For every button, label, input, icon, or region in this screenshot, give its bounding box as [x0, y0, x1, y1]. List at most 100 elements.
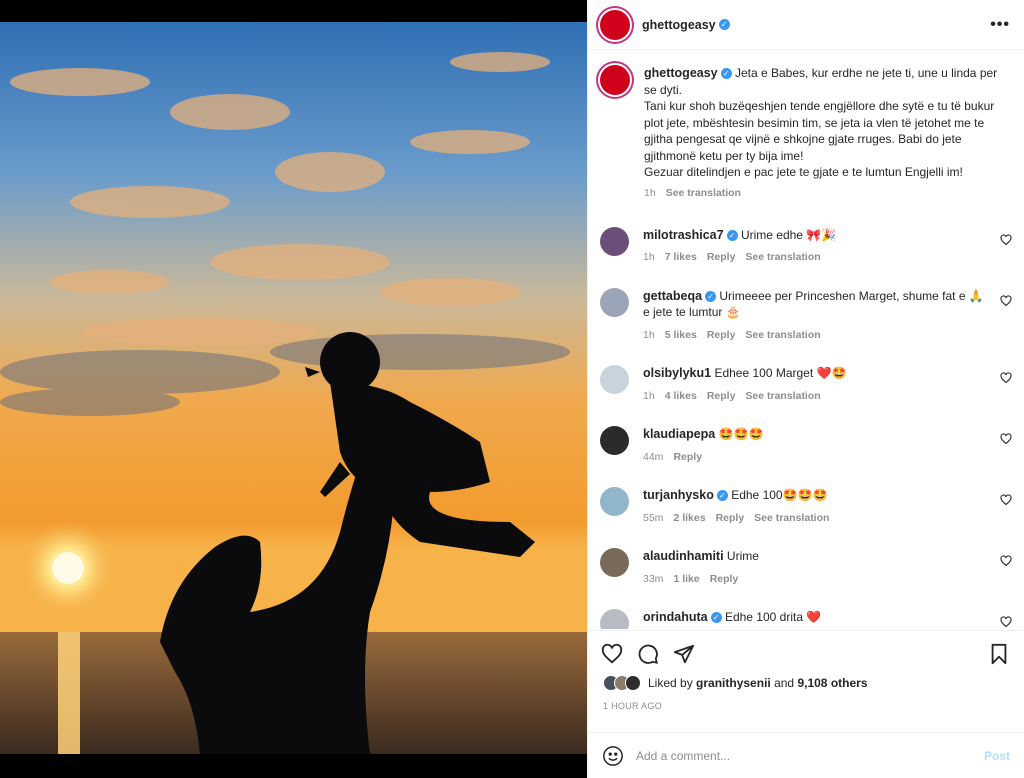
avatar[interactable]: [600, 487, 629, 516]
see-translation-link[interactable]: See translation: [745, 327, 820, 344]
more-options-icon[interactable]: •••: [990, 16, 1010, 34]
avatar[interactable]: [600, 426, 629, 455]
comment-meta: 44m Reply: [643, 449, 984, 466]
liker-avatars[interactable]: [603, 675, 641, 691]
avatar[interactable]: [600, 365, 629, 394]
share-icon[interactable]: [673, 643, 695, 665]
see-translation-link[interactable]: See translation: [666, 187, 741, 199]
comment-text: Edhe 100 drita ❤️: [724, 610, 822, 624]
comment-text: Edhee 100 Marget ❤️🤩: [714, 366, 847, 380]
comment-time[interactable]: 44m: [643, 449, 663, 466]
post-header: ghettogeasy ✓ •••: [588, 0, 1024, 50]
verified-icon: ✓: [705, 290, 717, 302]
comment-meta: 1h 7 likes Reply See translation: [643, 249, 984, 266]
post-comment-button[interactable]: Post: [984, 749, 1010, 763]
comment-text: 🤩🤩🤩: [718, 427, 764, 441]
like-comment-heart-icon[interactable]: [1000, 233, 1012, 246]
comment-input[interactable]: [636, 748, 984, 763]
like-comment-heart-icon[interactable]: [1000, 372, 1012, 384]
like-comment-heart-icon[interactable]: [1000, 555, 1012, 567]
avatar[interactable]: [600, 287, 629, 317]
like-comment-heart-icon[interactable]: [1000, 294, 1012, 307]
comment-row: milotrashica7 ✓ Urime edhe 🎀🎉 1h 7 likes Rep…: [588, 226, 1024, 266]
comment-row: alaudinhamiti Urime 33m 1 like Reply: [588, 548, 1024, 587]
comment-username[interactable]: olsibylyku1: [643, 366, 711, 380]
comment-meta: 1h 5 likes Reply See translation: [643, 327, 984, 344]
comment-username[interactable]: klaudiapepa: [643, 427, 715, 441]
comment-meta: 33m 1 like Reply: [643, 571, 984, 588]
caption: ghettogeasy ✓ Jeta e Babes, kur erdhe ne …: [588, 51, 1024, 199]
caption-username[interactable]: ghettogeasy: [644, 66, 718, 80]
add-comment-bar: Post: [588, 732, 1024, 778]
reply-button[interactable]: Reply: [673, 449, 702, 466]
verified-icon: ✓: [720, 68, 732, 80]
comment-username[interactable]: turjanhysko: [643, 488, 714, 502]
reply-button[interactable]: Reply: [707, 249, 736, 266]
comment-row: klaudiapepa 🤩🤩🤩 44m Reply: [588, 426, 1024, 465]
bookmark-icon[interactable]: [988, 643, 1010, 665]
comment-body: orindahuta✓ Edhe 100 drita ❤️11mReplySee…: [643, 609, 1010, 629]
comment-icon[interactable]: [637, 643, 659, 665]
comment-username[interactable]: alaudinhamiti: [643, 549, 724, 563]
comment-username[interactable]: orindahuta: [643, 610, 708, 624]
verified-icon: ✓: [710, 612, 722, 624]
comment-row: turjanhysko ✓ Edhe 100🤩🤩🤩 55m 2 likes Reply S…: [588, 487, 1024, 526]
comment-body: alaudinhamiti Urime 33m 1 like Reply: [643, 548, 1010, 587]
comment-row: orindahuta✓ Edhe 100 drita ❤️11mReplySee…: [588, 609, 1024, 629]
see-translation-link[interactable]: See translation: [754, 510, 829, 527]
emoji-icon[interactable]: [602, 745, 624, 767]
reply-button[interactable]: Reply: [707, 388, 736, 405]
comment-body: turjanhysko ✓ Edhe 100🤩🤩🤩 55m 2 likes Reply S…: [643, 487, 1010, 526]
reply-button[interactable]: Reply: [707, 327, 736, 344]
comment-body: olsibylyku1 Edhee 100 Marget ❤️🤩 1h 4 like…: [643, 365, 1010, 404]
post-photo[interactable]: [0, 22, 587, 754]
comment-username[interactable]: gettabeqa: [643, 289, 702, 303]
see-translation-link[interactable]: See translation: [745, 249, 820, 266]
reply-button[interactable]: Reply: [710, 571, 739, 588]
see-translation-link[interactable]: See translation: [745, 388, 820, 405]
caption-text: ghettogeasy ✓ Jeta e Babes, kur erdhe ne …: [644, 65, 1010, 181]
liked-by-prefix: Liked by: [648, 676, 693, 690]
verified-icon: ✓: [716, 490, 728, 502]
comment-time[interactable]: 33m: [643, 571, 663, 588]
liked-by-user[interactable]: granithysenii: [696, 676, 771, 690]
comment-likes[interactable]: 7 likes: [665, 249, 697, 266]
comment-row: olsibylyku1 Edhee 100 Marget ❤️🤩 1h 4 like…: [588, 365, 1024, 404]
comment-meta: 1h 4 likes Reply See translation: [643, 388, 984, 405]
comment-text: Edhe 100🤩🤩🤩: [731, 488, 828, 502]
like-comment-heart-icon[interactable]: [1000, 616, 1012, 628]
caption-meta: 1h See translation: [644, 187, 1010, 199]
author-username[interactable]: ghettogeasy: [642, 18, 716, 32]
post-timestamp[interactable]: 1 HOUR AGO: [588, 691, 1024, 711]
comment-list: milotrashica7 ✓ Urime edhe 🎀🎉 1h 7 likes Rep…: [588, 226, 1024, 629]
avatar[interactable]: [600, 9, 630, 40]
like-comment-heart-icon[interactable]: [1000, 433, 1012, 445]
actions-bar: Liked by granithysenii and 9,108 others …: [588, 630, 1024, 730]
comment-meta: 55m 2 likes Reply See translation: [643, 510, 984, 527]
comment-text: Urime: [726, 549, 759, 563]
avatar[interactable]: [600, 65, 630, 95]
comment-likes[interactable]: 2 likes: [673, 510, 705, 527]
comments-section[interactable]: ghettogeasy ✓ Jeta e Babes, kur erdhe ne …: [588, 51, 1024, 629]
comment-likes[interactable]: 1 like: [673, 571, 699, 588]
like-comment-heart-icon[interactable]: [1000, 494, 1012, 506]
comment-time[interactable]: 55m: [643, 510, 663, 527]
comment-username[interactable]: milotrashica7: [643, 228, 724, 242]
caption-line: Gezuar ditelindjen e pac jete te gjate e…: [644, 165, 963, 179]
post-panel: ghettogeasy ✓ ••• ghettogeasy ✓ Jeta e Ba…: [587, 0, 1024, 778]
avatar[interactable]: [600, 609, 629, 629]
comment-likes[interactable]: 5 likes: [665, 327, 697, 344]
liked-by-others[interactable]: 9,108 others: [797, 676, 867, 690]
avatar[interactable]: [600, 226, 629, 256]
comment-time[interactable]: 1h: [643, 327, 655, 344]
reply-button[interactable]: Reply: [716, 510, 745, 527]
comment-body: milotrashica7 ✓ Urime edhe 🎀🎉 1h 7 likes Rep…: [643, 227, 1010, 266]
comment-body: klaudiapepa 🤩🤩🤩 44m Reply: [643, 426, 1010, 465]
heart-icon[interactable]: [601, 643, 623, 665]
avatar[interactable]: [600, 548, 629, 577]
comment-likes[interactable]: 4 likes: [665, 388, 697, 405]
verified-icon: ✓: [718, 19, 730, 30]
comment-time[interactable]: 1h: [643, 249, 655, 266]
caption-time[interactable]: 1h: [644, 187, 656, 199]
comment-time[interactable]: 1h: [643, 388, 655, 405]
